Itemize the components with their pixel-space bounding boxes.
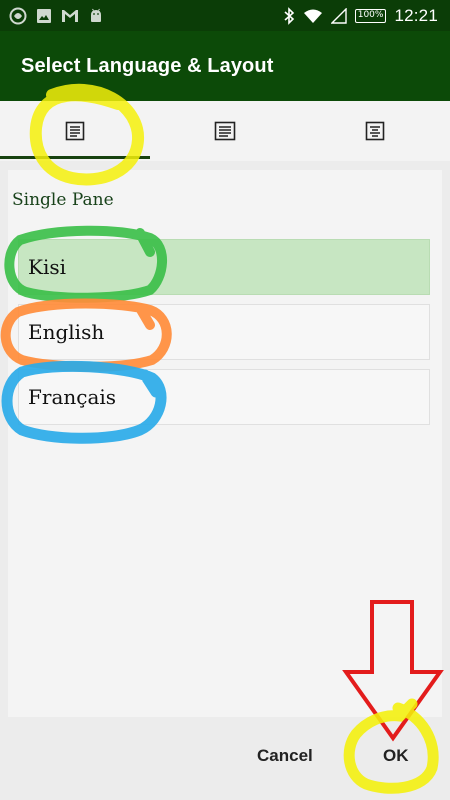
dialog-title: Select Language & Layout [21,54,274,77]
app-bar: Select Language & Layout [0,31,450,101]
language-list-panel: Single Pane Kisi English Français [8,170,442,717]
signal-icon [330,7,347,24]
three-pane-layout-icon [365,121,385,141]
two-pane-layout-icon [214,121,236,141]
language-option-kisi[interactable]: Kisi [18,239,430,295]
ok-button[interactable]: OK [383,746,409,766]
language-label: English [28,320,105,344]
clock: 12:21 [394,5,438,25]
layout-tabs [0,101,450,161]
tab-single-pane[interactable] [0,101,150,161]
notification-icons [0,7,104,25]
dialog-actions: Cancel OK [0,717,450,800]
language-option-english[interactable]: English [18,304,430,360]
status-bar: 100% 12:21 [0,0,450,31]
language-label: Français [28,385,117,409]
single-pane-layout-icon [65,121,85,141]
bluetooth-icon [283,6,295,25]
battery-icon: 100% [354,8,387,23]
app-icon [9,7,27,25]
tab-two-pane[interactable] [150,101,300,161]
android-icon [88,8,104,24]
gmail-icon [61,9,79,23]
tab-three-pane[interactable] [300,101,450,161]
wifi-icon [303,8,323,24]
pane-label: Single Pane [12,190,114,210]
language-label: Kisi [28,255,66,279]
language-option-francais[interactable]: Français [18,369,430,425]
cancel-button[interactable]: Cancel [257,746,313,766]
image-icon [36,8,52,24]
system-icons: 100% 12:21 [283,6,450,26]
